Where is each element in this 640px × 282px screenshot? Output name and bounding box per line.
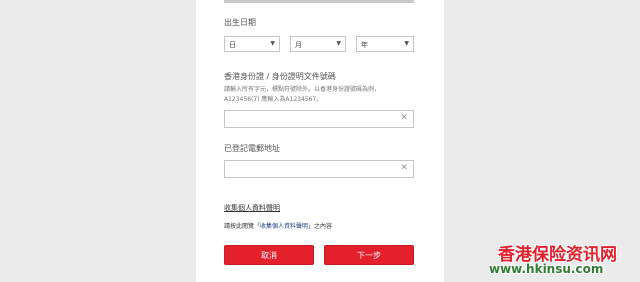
dob-day-value: 日 [229,41,236,49]
email-label: 已登記電郵地址 [224,144,280,153]
privacy-notice-suffix: 」之內容 [308,223,333,230]
privacy-statement-link[interactable]: 收集個人資料聲明 [224,203,280,213]
id-label: 香港身份證 / 身份證明文件號碼 [224,72,336,81]
dob-day-select[interactable]: 日 ▼ [224,36,280,52]
watermark-url: www.hkinsu.com [489,262,604,276]
email-input[interactable]: ✕ [224,160,414,178]
dob-month-value: 月 [295,41,302,49]
chevron-down-icon: ▼ [270,40,275,47]
privacy-notice: 請按此閱覽「收集個人資料聲明」之內容 [224,221,332,230]
next-button[interactable]: 下一步 [324,245,414,265]
clear-icon[interactable]: ✕ [400,163,408,173]
id-number-input[interactable]: ✕ [224,110,414,128]
dob-label: 出生日期 [224,18,256,27]
top-divider [224,0,414,3]
page-background-left [0,0,196,282]
cancel-button[interactable]: 取消 [224,245,314,265]
chevron-down-icon: ▼ [336,40,341,47]
dob-year-value: 年 [361,41,368,49]
id-hint-line1: 請輸入所有字元，標點符號除外。以香港身份證號碼為例， [224,86,381,93]
clear-icon[interactable]: ✕ [400,113,408,123]
privacy-notice-prefix: 請按此閱覽「 [224,223,261,230]
id-hint-line2: A123456(7) 應輸入為A1234567。 [224,96,323,103]
dob-month-select[interactable]: 月 ▼ [290,36,346,52]
chevron-down-icon: ▼ [404,40,409,47]
dob-year-select[interactable]: 年 ▼ [356,36,414,52]
privacy-notice-link[interactable]: 收集個人資料聲明 [260,223,308,230]
